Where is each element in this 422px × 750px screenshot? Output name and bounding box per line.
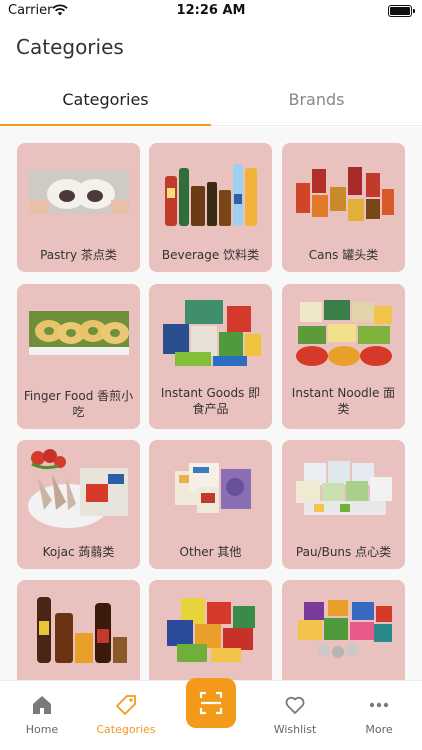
snacks-image <box>159 590 262 668</box>
category-card-finger-food[interactable]: Finger Food 香煎小吃 <box>17 284 140 429</box>
category-label: Beverage 饮料类 <box>161 248 260 262</box>
other-image <box>159 450 262 528</box>
category-label: Instant Noodle 面类 <box>291 386 396 416</box>
instant-goods-image <box>159 294 262 372</box>
status-bar: Carrier 12:26 AM <box>0 0 422 24</box>
pau-buns-image <box>292 450 395 528</box>
category-card-pau-buns[interactable]: Pau/Buns 点心类 <box>282 440 405 569</box>
category-card-sauces[interactable] <box>17 580 140 680</box>
category-card-snacks[interactable] <box>149 580 272 680</box>
category-card-instant-goods[interactable]: Instant Goods 即食产品 <box>149 284 272 429</box>
nav-categories[interactable]: Categories <box>84 681 168 750</box>
kojac-image <box>27 449 130 528</box>
category-card-beverage[interactable]: Beverage 饮料类 <box>149 143 272 272</box>
clock: 12:26 AM <box>176 3 246 18</box>
active-tab-indicator <box>0 124 211 126</box>
candy-image <box>292 590 395 668</box>
nav-categories-label: Categories <box>96 723 156 736</box>
more-icon <box>369 702 389 708</box>
pastry-image <box>27 153 130 231</box>
category-card-pastry[interactable]: Pastry 茶点类 <box>17 143 140 272</box>
tag-icon <box>116 695 136 715</box>
category-label: Cans 罐头类 <box>308 248 379 262</box>
category-label: Pau/Buns 点心类 <box>295 545 392 559</box>
tab-categories[interactable]: Categories <box>0 78 211 124</box>
category-grid: Pastry 茶点类 Beverage 饮料类 Cans 罐头类 Finger … <box>0 127 422 680</box>
category-card-kojac[interactable]: Kojac 蒟蒻类 <box>17 440 140 569</box>
category-label: Pastry 茶点类 <box>40 248 117 262</box>
nav-home[interactable]: Home <box>0 681 84 750</box>
instant-noodle-image <box>292 294 395 372</box>
nav-wishlist-label: Wishlist <box>273 723 317 736</box>
category-card-cans[interactable]: Cans 罐头类 <box>282 143 405 272</box>
heart-icon <box>285 696 305 714</box>
bottom-tab-bar: Home Categories Wishlist More <box>0 678 422 750</box>
nav-wishlist[interactable]: Wishlist <box>253 681 337 750</box>
category-label: Kojac 蒟蒻类 <box>42 545 115 559</box>
category-label: Other 其他 <box>179 545 242 559</box>
finger-food-image <box>27 294 130 372</box>
category-label: Finger Food 香煎小吃 <box>23 389 134 419</box>
scan-button[interactable] <box>186 678 236 728</box>
sauces-image <box>27 590 130 668</box>
category-card-candy[interactable] <box>282 580 405 680</box>
scan-icon <box>199 691 223 715</box>
battery-icon <box>388 5 415 17</box>
nav-more-label: More <box>365 723 393 736</box>
tab-brands[interactable]: Brands <box>211 78 422 124</box>
nav-more[interactable]: More <box>337 681 421 750</box>
beverage-image <box>159 153 262 231</box>
page-title: Categories <box>16 35 124 59</box>
home-icon <box>33 696 51 714</box>
cans-image <box>292 153 395 231</box>
category-label: Instant Goods 即食产品 <box>160 386 261 416</box>
tabs: Categories Brands <box>0 78 422 126</box>
nav-home-label: Home <box>25 723 59 736</box>
category-card-other[interactable]: Other 其他 <box>149 440 272 569</box>
category-card-instant-noodle[interactable]: Instant Noodle 面类 <box>282 284 405 429</box>
